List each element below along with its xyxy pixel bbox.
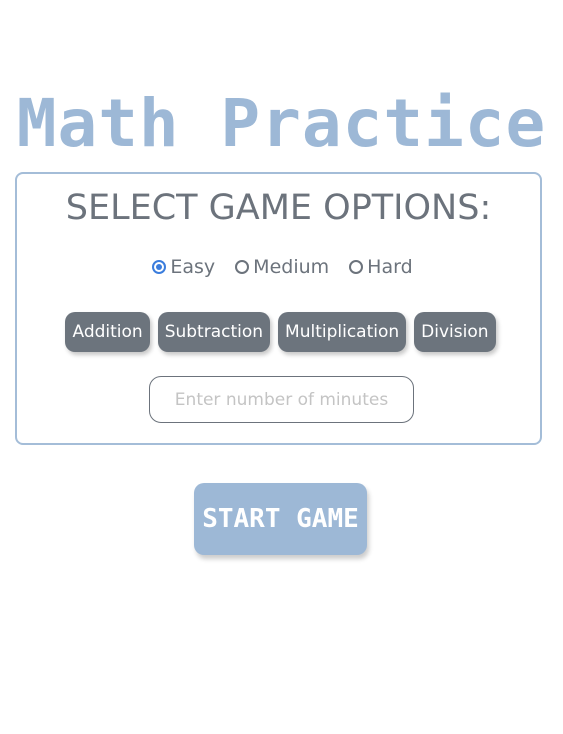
difficulty-radio-group: Easy Medium Hard	[17, 256, 540, 278]
subtraction-button[interactable]: Subtraction	[157, 312, 271, 352]
difficulty-hard-option[interactable]: Hard	[349, 256, 413, 278]
minutes-input[interactable]	[149, 376, 414, 423]
difficulty-medium-label[interactable]: Medium	[253, 256, 329, 278]
radio-easy-icon[interactable]	[152, 260, 167, 274]
radio-medium-icon[interactable]	[235, 260, 250, 274]
difficulty-easy-option[interactable]: Easy	[152, 256, 215, 278]
start-game-button[interactable]: START GAME	[194, 483, 367, 555]
difficulty-medium-option[interactable]: Medium	[235, 256, 329, 278]
operations-button-group: Addition Subtraction Multiplication Divi…	[17, 312, 540, 352]
radio-hard-icon[interactable]	[349, 260, 364, 274]
difficulty-easy-label[interactable]: Easy	[170, 256, 215, 278]
options-heading: SELECT GAME OPTIONS:	[65, 188, 492, 228]
addition-button[interactable]: Addition	[65, 312, 150, 352]
game-options-panel: SELECT GAME OPTIONS: Easy Medium Hard Ad…	[15, 172, 542, 445]
division-button[interactable]: Division	[414, 312, 496, 352]
page-title: Math Practice	[16, 85, 547, 163]
difficulty-hard-label[interactable]: Hard	[367, 256, 412, 278]
multiplication-button[interactable]: Multiplication	[278, 312, 407, 352]
